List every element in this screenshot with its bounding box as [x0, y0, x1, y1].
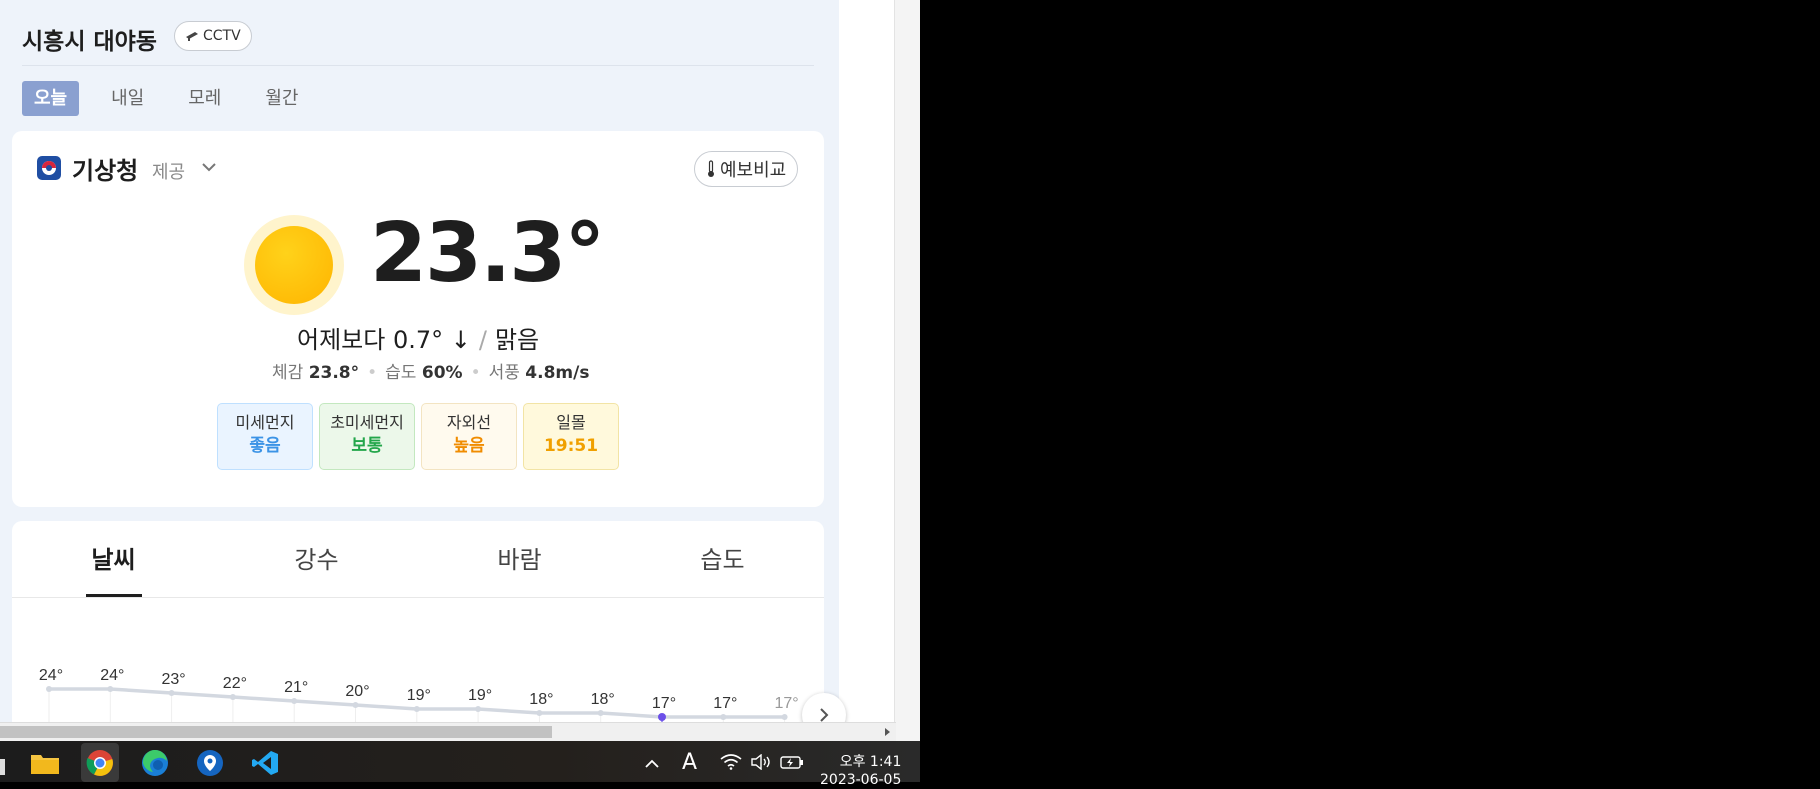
temperature-label: 18°	[591, 691, 615, 708]
temperature-point	[475, 706, 482, 712]
temperature-label: 22°	[223, 675, 247, 692]
temperature-point	[46, 686, 52, 692]
temperature-label: 24°	[39, 667, 63, 684]
maps-icon[interactable]	[191, 743, 229, 782]
location-title: 시흥시 대야동	[22, 29, 157, 55]
aq-value: 19:51	[543, 436, 599, 456]
chevron-down-icon[interactable]	[199, 157, 219, 177]
humidity-label: 습도	[385, 363, 417, 383]
chrome-icon[interactable]	[81, 743, 119, 782]
feels-label: 체감	[272, 363, 304, 383]
temperature-point	[597, 710, 604, 716]
vscode-icon[interactable]	[246, 743, 284, 782]
forecast-compare-button[interactable]: 예보비교	[694, 151, 799, 187]
cctv-icon	[186, 32, 198, 41]
uv-box[interactable]: 자외선높음	[421, 403, 517, 470]
temperature-point	[229, 694, 236, 700]
wind-value: 4.8m/s	[525, 363, 590, 383]
location-header: 시흥시 대야동 CCTV	[22, 18, 814, 66]
weather-details: 체감 23.8° • 습도 60% • 서풍 4.8m/s	[272, 363, 590, 383]
scroll-right-arrow-icon[interactable]	[885, 728, 890, 736]
clock-time: 오후 1:41	[839, 754, 902, 770]
yesterday-diff: 어제보다 0.7° ↓	[297, 326, 471, 354]
edge-icon[interactable]	[136, 743, 174, 782]
tab-day-after[interactable]: 모레	[176, 81, 233, 116]
temperature-point	[781, 714, 788, 720]
temperature-point	[413, 706, 420, 712]
start-edge[interactable]	[0, 759, 5, 775]
tab-monthly[interactable]: 월간	[253, 81, 310, 116]
kma-logo-icon	[37, 156, 61, 180]
vertical-scrollbar[interactable]	[894, 0, 920, 741]
feels-value: 23.8°	[308, 363, 360, 383]
sunny-icon	[244, 215, 344, 315]
horizontal-scrollbar[interactable]	[0, 722, 896, 741]
temperature-point	[658, 713, 666, 721]
temperature-point	[168, 690, 175, 696]
browser-viewport: 시흥시 대야동 CCTV 오늘 내일 모레 월간 기상청 제공 예보비교 23.…	[0, 0, 920, 741]
aq-value: 좋음	[249, 436, 281, 456]
aq-label: 초미세먼지	[330, 413, 404, 432]
temperature-label: 17°	[713, 695, 737, 712]
ime-indicator[interactable]: A	[682, 750, 697, 775]
wifi-icon[interactable]	[720, 754, 742, 770]
tab-today[interactable]: 오늘	[22, 81, 80, 116]
current-weather-card: 기상청 제공 예보비교 23.3° 어제보다 0.7° ↓ / 맑음 체감 23.8…	[12, 131, 824, 507]
scrollbar-thumb[interactable]	[0, 726, 552, 738]
cctv-button[interactable]: CCTV	[174, 21, 252, 51]
temperature-label: 17°	[774, 695, 798, 712]
chevron-right-icon	[820, 708, 829, 722]
thermometer-icon	[708, 160, 714, 177]
tab-humidity[interactable]: 습도	[621, 521, 824, 597]
battery-icon[interactable]	[780, 754, 804, 770]
humidity-value: 60%	[421, 363, 463, 383]
cctv-label: CCTV	[203, 28, 241, 44]
temperature-point	[352, 702, 359, 708]
ultrafine-dust-box[interactable]: 초미세먼지보통	[319, 403, 415, 470]
sunset-box[interactable]: 일몰 19:51	[523, 403, 619, 470]
taskbar: A 오후 1:41 2023-06-05	[0, 741, 920, 788]
temperature-point	[107, 686, 114, 692]
sky-condition: 맑음	[494, 326, 540, 354]
temperature-label: 20°	[345, 683, 369, 700]
file-explorer-icon[interactable]	[26, 743, 64, 782]
clock-date: 2023-06-05	[820, 772, 902, 788]
air-quality-list: 미세먼지좋음 초미세먼지보통 자외선높음 일몰 19:51	[217, 403, 619, 470]
tab-tomorrow[interactable]: 내일	[99, 81, 156, 116]
current-temperature: 23.3°	[370, 206, 605, 301]
tab-precipitation[interactable]: 강수	[215, 521, 418, 597]
temperature-label: 19°	[468, 687, 492, 704]
aq-value: 보통	[351, 436, 383, 456]
temperature-label: 23°	[161, 671, 185, 688]
aq-value: 높음	[453, 436, 485, 456]
aq-label: 자외선	[446, 413, 492, 432]
provider-name[interactable]: 기상청	[72, 151, 138, 186]
hourly-chart-card: 날씨 강수 바람 습도 24° 24° 23° 22° 21° 20° 19° 19° 18° 1…	[12, 521, 824, 741]
chevron-up-icon[interactable]	[644, 758, 660, 768]
wind-label: 서풍	[488, 363, 520, 383]
speaker-icon[interactable]	[750, 754, 772, 770]
tab-wind[interactable]: 바람	[418, 521, 621, 597]
system-clock[interactable]: 오후 1:41 2023-06-05	[820, 753, 901, 789]
temperature-label: 21°	[284, 679, 308, 696]
provider-suffix[interactable]: 제공	[152, 158, 185, 184]
compare-label: 예보비교	[720, 160, 787, 181]
temperature-point	[536, 710, 543, 716]
chart-tabs: 날씨 강수 바람 습도	[12, 521, 824, 598]
temperature-label: 19°	[407, 687, 431, 704]
day-tabs: 오늘 내일 모레 월간	[22, 81, 311, 116]
aq-label: 미세먼지	[235, 413, 295, 432]
yesterday-comparison: 어제보다 0.7° ↓ / 맑음	[297, 326, 540, 354]
aq-label: 일몰	[556, 413, 586, 432]
fine-dust-box[interactable]: 미세먼지좋음	[217, 403, 313, 470]
temperature-label: 24°	[100, 667, 124, 684]
temperature-point	[720, 714, 727, 720]
temperature-label: 18°	[529, 691, 553, 708]
temperature-label: 17°	[652, 695, 676, 712]
tab-weather[interactable]: 날씨	[12, 521, 215, 597]
temperature-point	[291, 698, 298, 704]
